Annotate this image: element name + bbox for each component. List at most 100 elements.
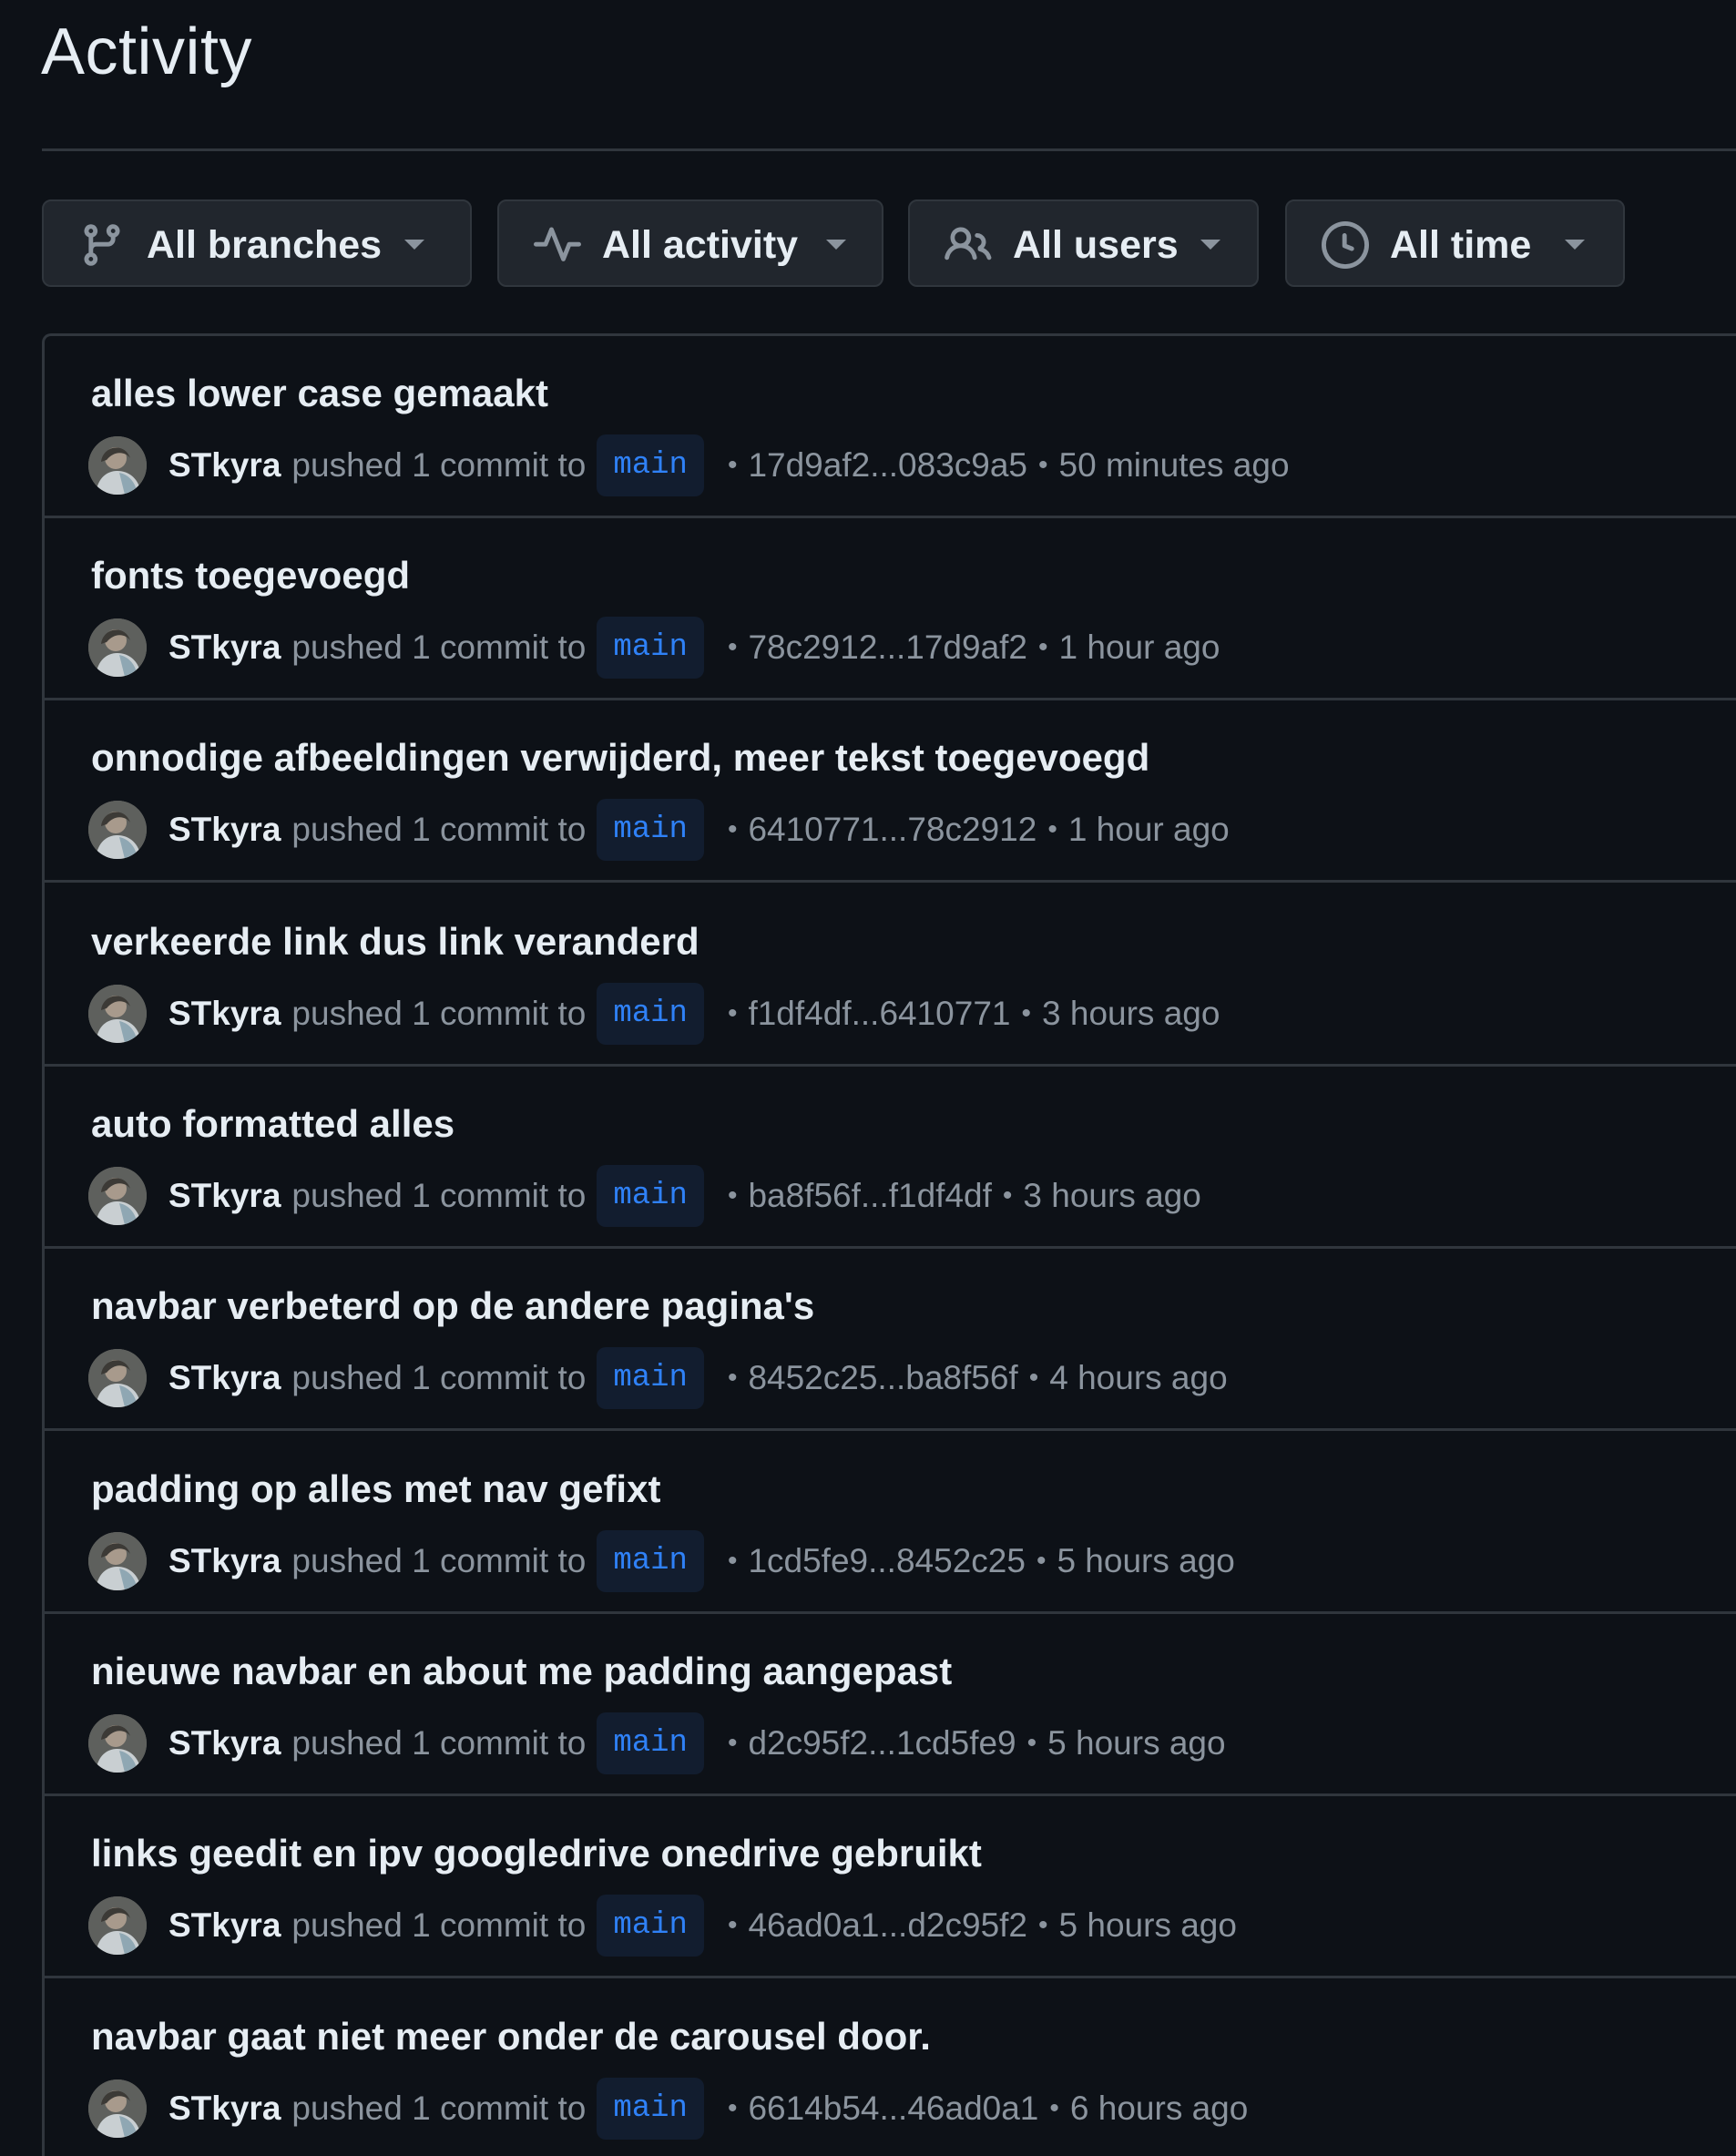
- activity-meta: STkyra pushed 1 commit to main • 78c2912...1…: [88, 616, 1220, 679]
- commit-range-link[interactable]: 17d9af2...083c9a5: [748, 446, 1027, 485]
- users-filter-button[interactable]: All users: [908, 199, 1259, 287]
- commit-range-link[interactable]: 1cd5fe9...8452c25: [748, 1542, 1025, 1580]
- avatar[interactable]: [88, 1896, 147, 1955]
- activity-list: alles lower case gemaakt STkyra pushed 1 c…: [42, 333, 1736, 2156]
- activity-filter-button[interactable]: All activity: [497, 199, 883, 287]
- avatar[interactable]: [88, 618, 147, 677]
- branch-filter-label: All branches: [147, 223, 383, 267]
- activity-meta: STkyra pushed 1 commit to main • 8452c25...b…: [88, 1346, 1228, 1410]
- branch-label[interactable]: main: [597, 617, 704, 679]
- commit-title[interactable]: navbar gaat niet meer onder de carousel …: [91, 2012, 931, 2061]
- time-filter-button[interactable]: All time: [1285, 199, 1625, 287]
- avatar[interactable]: [88, 1532, 147, 1590]
- title-divider: [42, 148, 1736, 151]
- timestamp: 6 hours ago: [1069, 2090, 1249, 2127]
- user-link[interactable]: STkyra: [168, 1359, 281, 1397]
- branch-label[interactable]: main: [597, 1712, 704, 1774]
- separator-dot: •: [727, 1363, 738, 1393]
- activity-meta: STkyra pushed 1 commit to main • d2c95f2...1…: [88, 1712, 1226, 1775]
- commit-range-link[interactable]: 78c2912...17d9af2: [748, 628, 1027, 667]
- action-text: pushed 1 commit to: [291, 628, 587, 666]
- time-filter-label: All time: [1390, 223, 1532, 267]
- branch-filter-button[interactable]: All branches: [42, 199, 472, 287]
- activity-meta: STkyra pushed 1 commit to main • 1cd5fe9...8…: [88, 1529, 1235, 1593]
- separator-dot: •: [1047, 814, 1057, 844]
- action-text: pushed 1 commit to: [291, 1359, 587, 1396]
- separator-dot: •: [1028, 1363, 1039, 1393]
- commit-range-link[interactable]: 8452c25...ba8f56f: [748, 1359, 1017, 1397]
- pulse-icon: [534, 227, 581, 261]
- commit-title[interactable]: verkeerde link dus link veranderd: [91, 917, 700, 966]
- action-text: pushed 1 commit to: [291, 1906, 587, 1944]
- avatar-image: [88, 1896, 147, 1955]
- branch-label[interactable]: main: [597, 1165, 704, 1227]
- avatar[interactable]: [88, 801, 147, 859]
- timestamp: 3 hours ago: [1042, 995, 1220, 1032]
- action-text: pushed 1 commit to: [291, 811, 587, 848]
- commit-range-link[interactable]: 6614b54...46ad0a1: [748, 2090, 1038, 2128]
- user-link[interactable]: STkyra: [168, 2090, 281, 2128]
- user-link[interactable]: STkyra: [168, 628, 281, 667]
- chevron-down-icon: [404, 240, 424, 250]
- commit-range-link[interactable]: f1df4df...6410771: [748, 995, 1010, 1033]
- branch-label[interactable]: main: [597, 983, 704, 1045]
- user-link[interactable]: STkyra: [168, 1724, 281, 1763]
- avatar-image: [88, 801, 147, 859]
- separator-dot: •: [727, 814, 738, 844]
- commit-title[interactable]: fonts toegevoegd: [91, 551, 410, 600]
- commit-title[interactable]: navbar verbeterd op de andere pagina's: [91, 1282, 814, 1331]
- avatar[interactable]: [88, 985, 147, 1043]
- avatar[interactable]: [88, 2079, 147, 2138]
- avatar[interactable]: [88, 1167, 147, 1225]
- timestamp: 1 hour ago: [1058, 628, 1220, 666]
- activity-item: links geedit en ipv googledrive onedrive…: [45, 1796, 1736, 1978]
- separator-dot: •: [1038, 632, 1048, 662]
- separator-dot: •: [727, 2093, 738, 2123]
- user-link[interactable]: STkyra: [168, 1542, 281, 1580]
- branch-label[interactable]: main: [597, 2078, 704, 2140]
- commit-title[interactable]: nieuwe navbar en about me padding aangep…: [91, 1647, 952, 1696]
- page-title: Activity: [41, 15, 253, 88]
- separator-dot: •: [727, 450, 738, 480]
- branch-label[interactable]: main: [597, 799, 704, 861]
- commit-title[interactable]: padding op alles met nav gefixt: [91, 1465, 660, 1514]
- avatar-image: [88, 2079, 147, 2138]
- separator-dot: •: [1036, 1546, 1047, 1576]
- separator-dot: •: [727, 1728, 738, 1758]
- activity-item: auto formatted alles STkyra pushed 1 commi…: [45, 1067, 1736, 1249]
- activity-meta: STkyra pushed 1 commit to main • 17d9af2...0…: [88, 434, 1290, 497]
- avatar-image: [88, 618, 147, 677]
- activity-item: navbar verbeterd op de andere pagina's ST…: [45, 1249, 1736, 1431]
- separator-dot: •: [1026, 1728, 1037, 1758]
- activity-item: fonts toegevoegd STkyra pushed 1 commit to…: [45, 518, 1736, 700]
- commit-title[interactable]: auto formatted alles: [91, 1099, 454, 1149]
- commit-title[interactable]: onnodige afbeeldingen verwijderd, meer t…: [91, 733, 1149, 782]
- user-link[interactable]: STkyra: [168, 1177, 281, 1215]
- avatar[interactable]: [88, 436, 147, 495]
- commit-title[interactable]: alles lower case gemaakt: [91, 369, 548, 418]
- user-link[interactable]: STkyra: [168, 1906, 281, 1945]
- branch-label[interactable]: main: [597, 1530, 704, 1592]
- separator-dot: •: [727, 1546, 738, 1576]
- commit-range-link[interactable]: 46ad0a1...d2c95f2: [748, 1906, 1027, 1945]
- avatar[interactable]: [88, 1349, 147, 1407]
- user-link[interactable]: STkyra: [168, 446, 281, 485]
- branch-label[interactable]: main: [597, 434, 704, 496]
- user-link[interactable]: STkyra: [168, 995, 281, 1033]
- commit-range-link[interactable]: 6410771...78c2912: [748, 811, 1036, 849]
- activity-item: padding op alles met nav gefixt STkyra pus…: [45, 1432, 1736, 1614]
- commit-range-link[interactable]: d2c95f2...1cd5fe9: [748, 1724, 1016, 1763]
- people-icon: [945, 227, 992, 261]
- action-text: pushed 1 commit to: [291, 446, 587, 484]
- user-link[interactable]: STkyra: [168, 811, 281, 849]
- branch-label[interactable]: main: [597, 1895, 704, 1957]
- commit-range-link[interactable]: ba8f56f...f1df4df: [748, 1177, 991, 1215]
- action-text: pushed 1 commit to: [291, 1177, 587, 1214]
- avatar[interactable]: [88, 1714, 147, 1773]
- separator-dot: •: [1002, 1180, 1013, 1211]
- avatar-image: [88, 1349, 147, 1407]
- activity-meta: STkyra pushed 1 commit to main • 46ad0a1...d…: [88, 1894, 1237, 1957]
- branch-label[interactable]: main: [597, 1347, 704, 1409]
- avatar-image: [88, 1167, 147, 1225]
- commit-title[interactable]: links geedit en ipv googledrive onedrive…: [91, 1829, 982, 1878]
